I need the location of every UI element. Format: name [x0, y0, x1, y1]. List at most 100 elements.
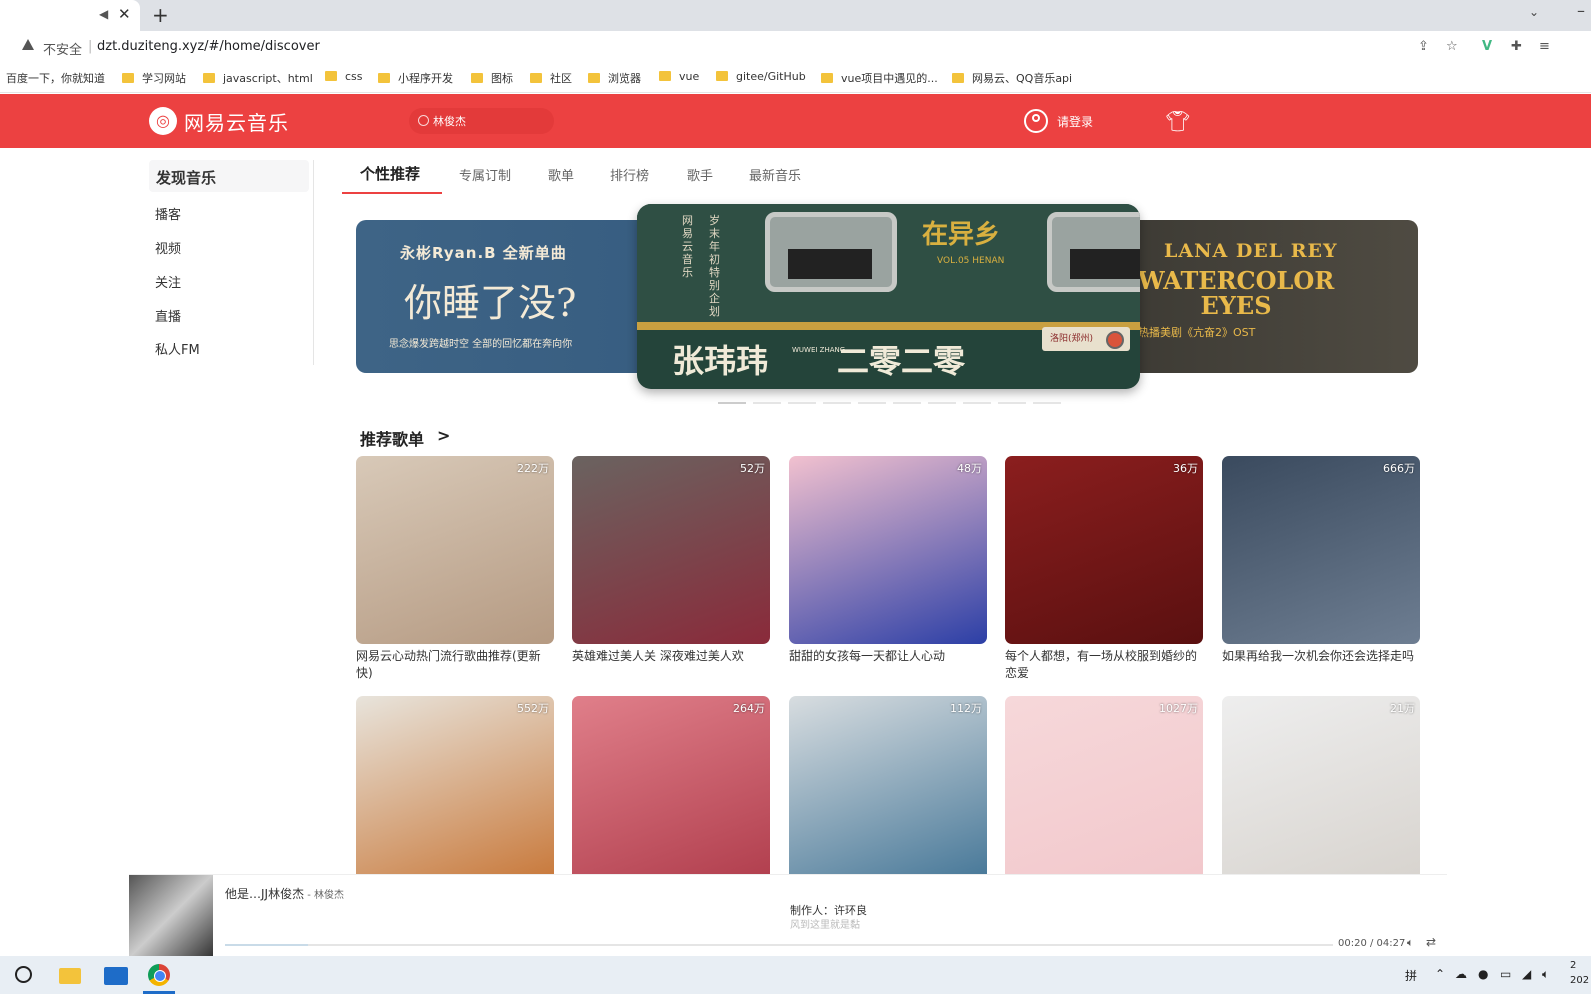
playlist-card[interactable]: 36万每个人都想，有一场从校服到婚纱的恋爱 — [1005, 456, 1203, 686]
search-box[interactable] — [409, 108, 554, 134]
speaker-tray-icon[interactable]: 🔈︎ — [1542, 967, 1549, 982]
album-cover[interactable] — [129, 875, 213, 957]
carousel-dot[interactable] — [963, 402, 991, 404]
tab-search-chevron-icon[interactable]: ⌄ — [1529, 5, 1539, 19]
carousel-dot[interactable] — [1033, 402, 1061, 404]
skin-shirt-icon[interactable]: 👕︎ — [1165, 109, 1190, 133]
star-icon[interactable]: ☆ — [1446, 39, 1458, 54]
login-link[interactable]: 请登录 — [1057, 113, 1093, 130]
playlist-name[interactable]: 如果再给我一次机会你还会选择走吗 — [1222, 648, 1420, 665]
tab-artists[interactable]: 歌手 — [687, 165, 713, 184]
carousel-dot[interactable] — [998, 402, 1026, 404]
sidebar-item-discover[interactable]: 发现音乐 — [149, 160, 309, 192]
input-method-icon[interactable]: 拼 — [1405, 967, 1417, 984]
sidebar-item-fm[interactable]: 私人FM — [155, 339, 200, 358]
tab-personal-recommend[interactable]: 个性推荐 — [360, 163, 420, 184]
loop-icon[interactable]: ⇄ — [1426, 935, 1436, 949]
battery-icon[interactable]: ▭ — [1500, 967, 1511, 981]
vue-devtools-icon[interactable]: V — [1482, 39, 1492, 54]
bookmark-folder[interactable]: 网易云、QQ音乐api — [952, 70, 1072, 86]
playlist-card[interactable]: 112万 — [789, 696, 987, 874]
sidebar-item-video[interactable]: 视频 — [155, 238, 181, 257]
playlist-card[interactable]: 21万 — [1222, 696, 1420, 874]
chevron-right-icon[interactable]: > — [437, 426, 450, 445]
playlist-name[interactable]: 每个人都想，有一场从校服到婚纱的恋爱 — [1005, 648, 1203, 682]
playlist-cover[interactable]: 1027万 — [1005, 696, 1203, 874]
playlist-card[interactable]: 1027万 — [1005, 696, 1203, 874]
playlist-cover[interactable]: 52万 — [572, 456, 770, 644]
bookmark-folder[interactable]: 学习网站 — [122, 70, 186, 86]
song-title[interactable]: 他是…JJ林俊杰 - 林俊杰 — [225, 885, 344, 902]
cloud-icon[interactable]: ☁ — [1455, 967, 1467, 981]
playlist-card[interactable]: 52万英雄难过美人关 深夜难过美人欢 — [572, 456, 770, 686]
playlist-cover[interactable]: 21万 — [1222, 696, 1420, 874]
progress-bar[interactable] — [225, 944, 1333, 946]
playlist-card[interactable]: 48万甜甜的女孩每一天都让人心动 — [789, 456, 987, 686]
browser-tab[interactable]: ◀ ✕ — [0, 0, 140, 31]
insecure-label[interactable]: 不安全 — [43, 39, 82, 58]
playlist-cover[interactable]: 112万 — [789, 696, 987, 874]
tab-exclusive[interactable]: 专属订制 — [459, 165, 511, 184]
search-input[interactable] — [433, 112, 543, 130]
speaker-icon[interactable]: ◀ — [99, 7, 108, 21]
tab-playlists[interactable]: 歌单 — [548, 165, 574, 184]
playlist-cover[interactable]: 36万 — [1005, 456, 1203, 644]
url-field[interactable]: dzt.duziteng.xyz/#/home/discover — [97, 39, 320, 54]
carousel-dot[interactable] — [928, 402, 956, 404]
wifi-icon[interactable]: ◢ — [1522, 967, 1531, 981]
bookmark-folder[interactable]: vue项目中遇见的... — [821, 70, 938, 86]
playlist-cover[interactable]: 552万 — [356, 696, 554, 874]
bookmark-folder[interactable]: vue — [659, 70, 699, 83]
playlist-name[interactable]: 网易云心动热门流行歌曲推荐(更新快) — [356, 648, 554, 682]
clock[interactable]: 2 202 — [1570, 958, 1589, 988]
playlist-cover[interactable]: 222万 — [356, 456, 554, 644]
bookmark-folder[interactable]: 图标 — [471, 70, 513, 86]
file-explorer-icon[interactable] — [59, 968, 81, 984]
carousel-dot[interactable] — [823, 402, 851, 404]
playlist-card[interactable]: 222万网易云心动热门流行歌曲推荐(更新快) — [356, 456, 554, 686]
playlist-cover[interactable]: 666万 — [1222, 456, 1420, 644]
share-icon[interactable]: ⇪ — [1418, 39, 1429, 54]
chevron-up-icon[interactable]: ⌃ — [1435, 967, 1445, 981]
bookmark-folder[interactable]: gitee/GitHub — [716, 70, 806, 83]
bookmark-folder[interactable]: 小程序开发 — [378, 70, 453, 86]
banner-slide-current[interactable]: 网易云音乐 岁末年初特别企划 在异乡 VOL.05 HENAN 张玮玮 WUWE… — [637, 204, 1140, 389]
app-logo-text[interactable]: 网易云音乐 — [184, 107, 289, 136]
new-tab-button[interactable]: + — [152, 3, 169, 27]
playlist-name[interactable]: 甜甜的女孩每一天都让人心动 — [789, 648, 987, 665]
carousel-dot[interactable] — [858, 402, 886, 404]
bookmark-folder[interactable]: 社区 — [530, 70, 572, 86]
carousel-dot[interactable] — [788, 402, 816, 404]
mail-icon[interactable] — [104, 967, 128, 985]
playlist-card[interactable]: 552万 — [356, 696, 554, 874]
chrome-icon[interactable] — [148, 964, 170, 986]
window-minimize-icon[interactable]: – — [1577, 1, 1585, 20]
sidebar-item-live[interactable]: 直播 — [155, 306, 181, 325]
bookmark-folder[interactable]: javascript、html — [203, 70, 313, 86]
taskbar-search-icon[interactable] — [15, 966, 32, 983]
reading-list-icon[interactable]: ≡ — [1539, 39, 1550, 54]
carousel-dot[interactable] — [753, 402, 781, 404]
playlist-card[interactable]: 666万如果再给我一次机会你还会选择走吗 — [1222, 456, 1420, 686]
banner-carousel[interactable]: 永彬Ryan.B 全新单曲 你睡了没? 思念爆发跨越时空 全部的回忆都在奔向你 … — [356, 204, 1418, 394]
tab-new-music[interactable]: 最新音乐 — [749, 165, 801, 184]
bookmark-item[interactable]: 百度一下，你就知道 — [6, 70, 105, 86]
playlist-name[interactable]: 英雄难过美人关 深夜难过美人欢 — [572, 648, 770, 665]
section-title[interactable]: 推荐歌单 — [360, 426, 424, 450]
extensions-icon[interactable]: ✚ — [1511, 39, 1522, 54]
sidebar-item-podcast[interactable]: 播客 — [155, 204, 181, 223]
playlist-cover[interactable]: 48万 — [789, 456, 987, 644]
sidebar-item-follow[interactable]: 关注 — [155, 272, 181, 291]
playlist-cover[interactable]: 264万 — [572, 696, 770, 874]
carousel-dot[interactable] — [893, 402, 921, 404]
close-tab-icon[interactable]: ✕ — [118, 5, 131, 23]
playlist-card[interactable]: 264万 — [572, 696, 770, 874]
user-avatar-icon[interactable] — [1024, 109, 1048, 133]
qq-icon[interactable]: ● — [1478, 967, 1488, 981]
carousel-dot[interactable] — [718, 402, 746, 404]
tab-charts[interactable]: 排行榜 — [610, 165, 649, 184]
netease-logo-icon[interactable]: ◎ — [149, 107, 177, 135]
bookmark-folder[interactable]: 浏览器 — [588, 70, 641, 86]
bookmark-folder[interactable]: css — [325, 70, 363, 83]
volume-icon[interactable]: 🔈︎ — [1407, 936, 1414, 950]
